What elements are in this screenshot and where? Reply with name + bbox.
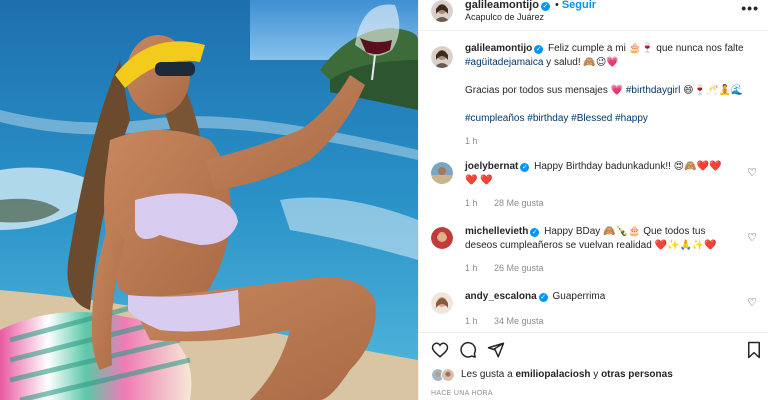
verified-badge-icon: ✓ — [534, 45, 544, 54]
comment-username[interactable]: michellevieth — [465, 226, 528, 237]
post-timestamp[interactable]: HACE UNA HORA — [431, 390, 493, 397]
post-location[interactable]: Acapulco de Juárez — [465, 12, 544, 22]
follow-button[interactable]: Seguir — [562, 0, 596, 11]
caption-text-cont: y salud! 🙈😉💗 — [543, 57, 619, 68]
comment-meta: 1 h 28 Me gusta — [465, 198, 558, 208]
separator-dot: • — [554, 0, 559, 11]
author-username[interactable]: galileamontijo — [465, 0, 539, 11]
comment-meta: 1 h 34 Me gusta — [465, 316, 558, 326]
like-comment-heart-icon[interactable]: ♡ — [747, 166, 757, 179]
liker-username[interactable]: emiliopalaciosh — [515, 369, 590, 380]
hashtag-link[interactable]: #birthdaygirl — [626, 85, 680, 96]
caption-text: Feliz cumple a mi 🎂🍷 que nunca nos falte — [548, 43, 744, 54]
like-comment-heart-icon[interactable]: ♡ — [747, 231, 757, 244]
liker-avatar[interactable] — [441, 368, 455, 382]
bookmark-icon[interactable] — [745, 341, 763, 359]
comment-likes[interactable]: 26 Me gusta — [494, 263, 544, 273]
comment-avatar[interactable] — [431, 162, 453, 184]
comment-body: michellevieth ✓ Happy BDay 🙈🍾🎂 Que todos … — [465, 225, 725, 253]
heart-icon[interactable] — [431, 341, 449, 359]
verified-badge-icon: ✓ — [520, 163, 530, 172]
likes-summary: Les gusta a emiliopalaciosh y otras pers… — [431, 368, 761, 384]
caption-thanks: Gracias por todos sus mensajes 💗 — [465, 85, 624, 96]
likes-prefix: Les gusta a — [461, 369, 516, 380]
like-comment-heart-icon[interactable]: ♡ — [747, 296, 757, 309]
comment-username[interactable]: joelybernat — [465, 161, 518, 172]
likes-connector: y — [590, 369, 602, 380]
post-header: galileamontijo ✓ • Seguir Acapulco de Juáre… — [419, 0, 768, 31]
share-icon[interactable] — [487, 341, 505, 359]
more-options-icon[interactable]: ••• — [741, 0, 759, 16]
verified-badge-icon: ✓ — [530, 228, 540, 237]
comment-likes[interactable]: 28 Me gusta — [494, 198, 544, 208]
caption-time[interactable]: 1 h — [465, 134, 755, 148]
comment-username[interactable]: andy_escalona — [465, 291, 537, 302]
comment-meta: 1 h 26 Me gusta — [465, 263, 558, 273]
post-photo[interactable] — [0, 0, 418, 400]
comment-body: andy_escalona ✓ Guaperrima — [465, 290, 725, 304]
comment-text: Guaperrima — [552, 291, 606, 302]
caption-body: galileamontijo ✓ Feliz cumple a mi 🎂🍷 que… — [465, 42, 755, 148]
caption-emojis: 😄🍷🥂🧘🌊 — [680, 85, 744, 96]
comment-body: joelybernat ✓ Happy Birthday badunkadunk!… — [465, 160, 725, 188]
caption-username[interactable]: galileamontijo — [465, 43, 532, 54]
author-avatar[interactable] — [431, 0, 453, 22]
comment-icon[interactable] — [459, 341, 477, 359]
comment-time[interactable]: 1 h — [465, 316, 478, 326]
comment-time[interactable]: 1 h — [465, 198, 478, 208]
likes-others-link[interactable]: otras personas — [601, 369, 673, 380]
comment-avatar[interactable] — [431, 292, 453, 314]
post-actions-bar — [419, 332, 768, 362]
comment-likes[interactable]: 34 Me gusta — [494, 316, 544, 326]
comment-time[interactable]: 1 h — [465, 263, 478, 273]
comment-avatar[interactable] — [431, 227, 453, 249]
post-header-user-line: galileamontijo ✓ • Seguir — [465, 0, 596, 11]
verified-badge-icon: ✓ — [540, 2, 550, 11]
beach-photo-image — [0, 0, 418, 400]
verified-badge-icon: ✓ — [538, 293, 548, 302]
hashtag-link[interactable]: #agüitadejamaica — [465, 57, 543, 68]
post-side-panel: galileamontijo ✓ • Seguir Acapulco de Juáre… — [418, 0, 768, 400]
caption-hashtags[interactable]: #cumpleaños #birthday #Blessed #happy — [465, 112, 755, 126]
caption-avatar[interactable] — [431, 46, 453, 68]
likes-text: Les gusta a emiliopalaciosh y otras pers… — [461, 369, 673, 380]
